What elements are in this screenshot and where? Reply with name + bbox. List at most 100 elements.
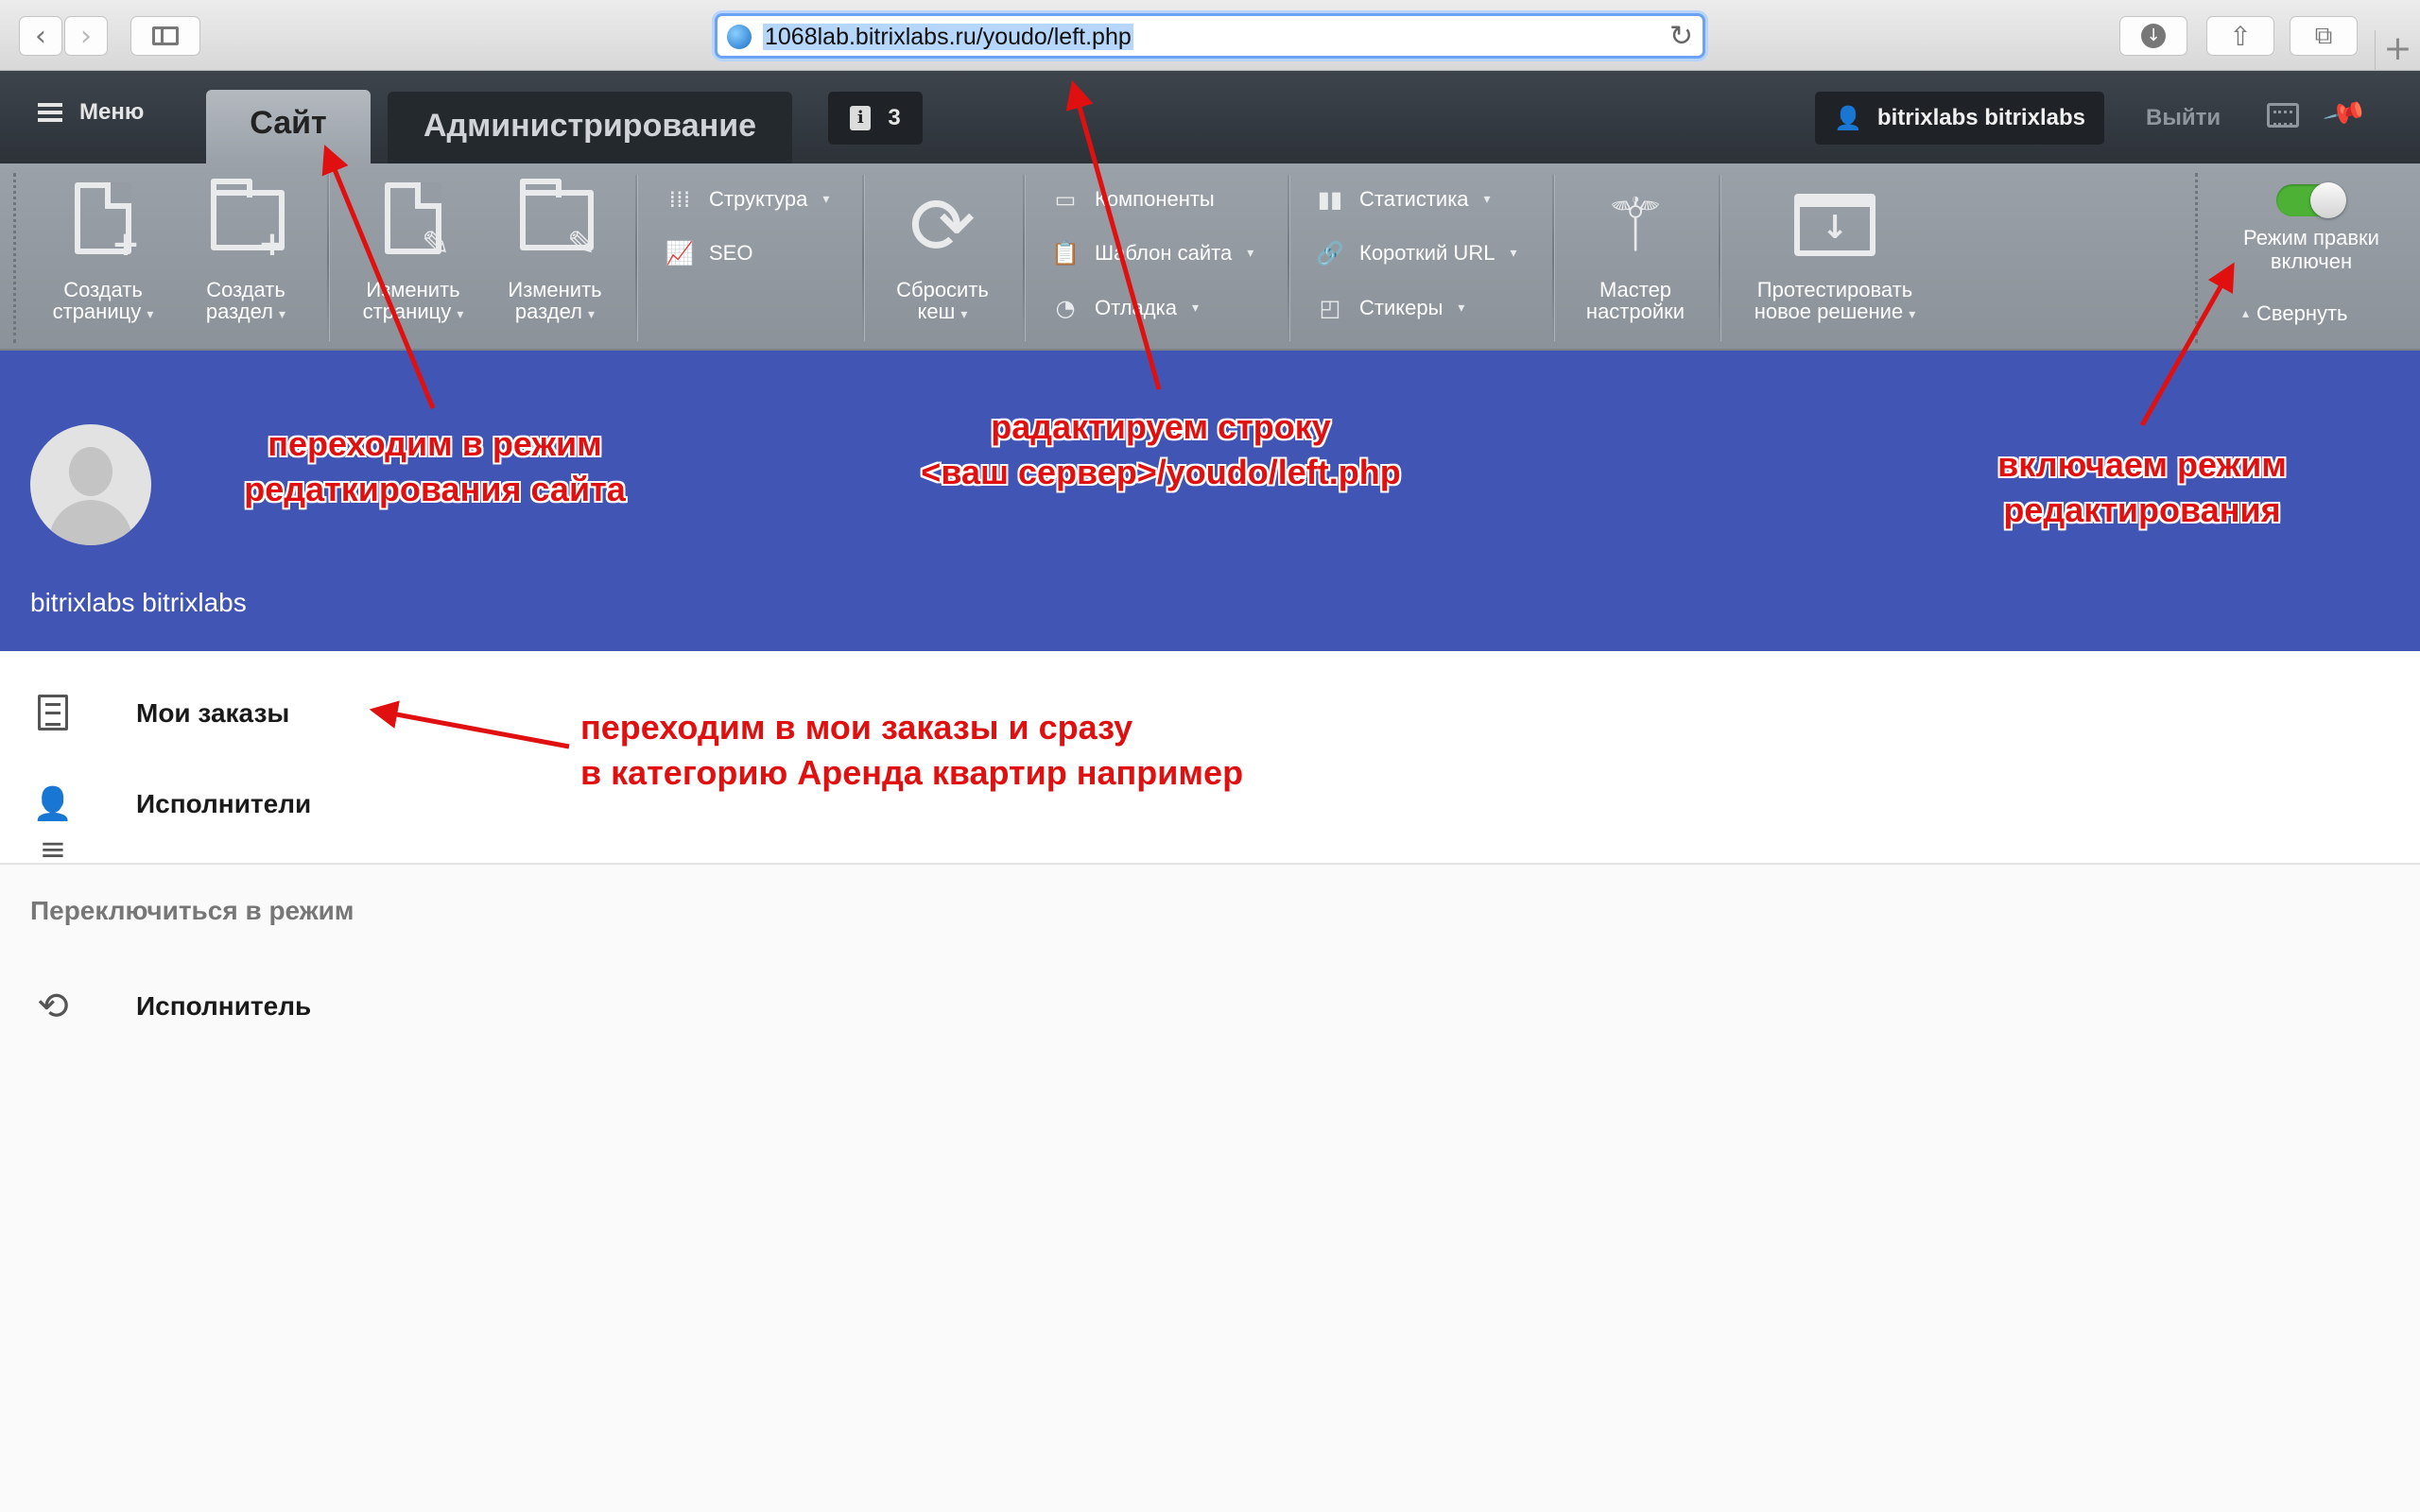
notifications-button[interactable]: i 3: [828, 92, 923, 145]
create-section-button[interactable]: + Создать раздел ▾: [175, 177, 317, 326]
statistics-button[interactable]: ▮▮ Статистика ▾: [1316, 183, 1491, 215]
menu-divider: [0, 863, 2420, 865]
caret-down-icon: ▾: [822, 192, 830, 207]
clipboard-icon: 📋: [1051, 240, 1080, 266]
debug-button[interactable]: ◔ Отладка ▾: [1051, 292, 1199, 324]
sidebar-button[interactable]: [130, 16, 200, 56]
caret-down-icon: ▾: [1483, 192, 1491, 207]
download-icon: ↓: [2141, 24, 2166, 48]
toolbar-divider: [1719, 175, 1720, 341]
edit-toolbar: + Создать страницу ▾ + Создать раздел ▾ …: [0, 163, 2420, 351]
create-section-label-1: Создать: [206, 278, 285, 301]
profile-name: bitrixlabs bitrixlabs: [30, 588, 247, 617]
user-button[interactable]: 👤 bitrixlabs bitrixlabs: [1815, 92, 2104, 145]
structure-button[interactable]: ⁞⁞⁞ Структура ▾: [666, 183, 830, 215]
download-button[interactable]: ↓: [2119, 16, 2187, 56]
collapse-button[interactable]: ▴ Свернуть: [2242, 301, 2348, 326]
back-button[interactable]: ‹: [19, 16, 62, 56]
chart-line-icon: 📈: [666, 240, 694, 266]
pin-icon[interactable]: 📌: [2322, 91, 2369, 137]
edit-mode-switch[interactable]: Режим правки включен: [2231, 182, 2392, 273]
site-template-button[interactable]: 📋 Шаблон сайта ▾: [1051, 237, 1253, 269]
setup-wizard-button[interactable]: ⚚ Мастер настройки: [1564, 177, 1706, 322]
test-solution-label-2: новое решение: [1754, 300, 1904, 323]
address-bar[interactable]: 1068lab.bitrixlabs.ru/youdo/left.php ↻: [715, 13, 1705, 59]
toolbar-divider: [1288, 175, 1289, 341]
toolbar-divider: [1023, 175, 1025, 341]
url-text[interactable]: 1068lab.bitrixlabs.ru/youdo/left.php: [763, 24, 1133, 50]
avatar[interactable]: [30, 424, 151, 545]
caret-down-icon: ▾: [1191, 301, 1199, 316]
globe-icon: [727, 25, 752, 49]
sidebar-icon: [152, 26, 179, 45]
refresh-icon: ⟲: [37, 985, 69, 1028]
share-button[interactable]: ⇧: [2206, 16, 2274, 56]
edit-section-label-2: раздел: [514, 300, 582, 323]
forward-button[interactable]: ›: [64, 16, 108, 56]
refresh-icon: ⟳: [908, 180, 977, 272]
toolbar-drag-handle[interactable]: [13, 173, 16, 343]
caret-up-icon: ▴: [2242, 306, 2250, 321]
seo-label: SEO: [709, 241, 753, 265]
edit-page-label-1: Изменить: [366, 278, 460, 301]
short-url-button[interactable]: 🔗 Короткий URL ▾: [1316, 237, 1516, 269]
create-page-button[interactable]: + Создать страницу ▾: [32, 177, 174, 326]
menu-button[interactable]: Меню: [38, 99, 144, 126]
edit-page-button[interactable]: ✎ Изменить страницу ▾: [342, 177, 484, 326]
edit-mode-label-1: Режим правки: [2243, 226, 2379, 249]
caret-down-icon: ▾: [279, 307, 286, 322]
toolbar-divider: [635, 175, 637, 341]
stickers-button[interactable]: ◰ Стикеры ▾: [1316, 292, 1465, 324]
edit-mode-toggle[interactable]: [2276, 182, 2346, 218]
sticker-icon: ◰: [1319, 295, 1341, 321]
reset-cache-label-2: кеш: [917, 300, 956, 323]
create-section-label-2: раздел: [205, 300, 273, 323]
chevron-left-icon: ‹: [35, 19, 46, 53]
monitor-download-icon: ↓: [1794, 194, 1876, 256]
info-icon: i: [850, 106, 872, 130]
short-url-label: Короткий URL: [1359, 241, 1495, 265]
magic-wand-icon: ⚚: [1602, 183, 1668, 268]
seo-button[interactable]: 📈 SEO: [666, 237, 752, 269]
edit-section-button[interactable]: ✎ Изменить раздел ▾: [484, 177, 626, 326]
bar-chart-icon: ▮▮: [1317, 186, 1343, 213]
new-tab-button[interactable]: +: [2375, 30, 2420, 71]
debug-label: Отладка: [1095, 296, 1177, 319]
keyboard-icon[interactable]: [2267, 103, 2299, 128]
components-button[interactable]: ▭ Компоненты: [1051, 183, 1215, 215]
reset-cache-button[interactable]: ⟳ Сбросить кеш ▾: [872, 177, 1013, 326]
hamburger-icon: [38, 103, 62, 122]
user-name: bitrixlabs bitrixlabs: [1876, 105, 2085, 130]
tab-administration[interactable]: Администрирование: [388, 92, 792, 163]
setup-wizard-label-1: Мастер: [1599, 278, 1672, 301]
notifications-count: 3: [888, 105, 901, 130]
structure-label: Структура: [709, 187, 808, 211]
toolbar-divider: [862, 175, 864, 341]
caret-down-icon: ▾: [1247, 246, 1254, 261]
tabs-icon: ⧉: [2314, 21, 2333, 50]
stickers-label: Стикеры: [1359, 296, 1443, 319]
caret-down-icon: ▾: [1510, 246, 1517, 261]
tab-site[interactable]: Сайт: [206, 90, 371, 163]
annotation-edit-url: радактируем строку <ваш сервер>/youdo/le…: [921, 407, 1401, 491]
plus-icon: +: [2383, 29, 2412, 68]
share-icon: ⇧: [2229, 20, 2252, 52]
switch-mode-title: Переключиться в режим: [30, 896, 354, 925]
grid-icon: ⁞⁞⁞: [668, 186, 691, 213]
link-icon: 🔗: [1316, 240, 1344, 266]
statistics-label: Статистика: [1359, 187, 1469, 211]
logout-link[interactable]: Выйти: [2146, 105, 2221, 131]
list-icon: [38, 695, 68, 730]
caret-down-icon: ▾: [1458, 301, 1465, 316]
browser-toolbar: ‹ › 1068lab.bitrixlabs.ru/youdo/left.php…: [0, 0, 2420, 71]
menu-item-label: Мои заказы: [136, 698, 290, 728]
menu-item-performer-mode[interactable]: ⟲ Исполнитель: [0, 961, 2420, 1052]
chevron-right-icon: ›: [80, 19, 92, 53]
test-solution-button[interactable]: ↓ Протестировать новое решение ▾: [1736, 177, 1934, 326]
test-solution-label-1: Протестировать: [1756, 278, 1913, 301]
reload-icon[interactable]: ↻: [1669, 20, 1693, 53]
tabs-button[interactable]: ⧉: [2290, 16, 2358, 56]
toolbar-drag-handle[interactable]: [2195, 173, 2198, 343]
caret-down-icon: ▾: [960, 307, 968, 322]
annotation-orders: переходим в мои заказы и сразу в категор…: [580, 708, 1244, 792]
